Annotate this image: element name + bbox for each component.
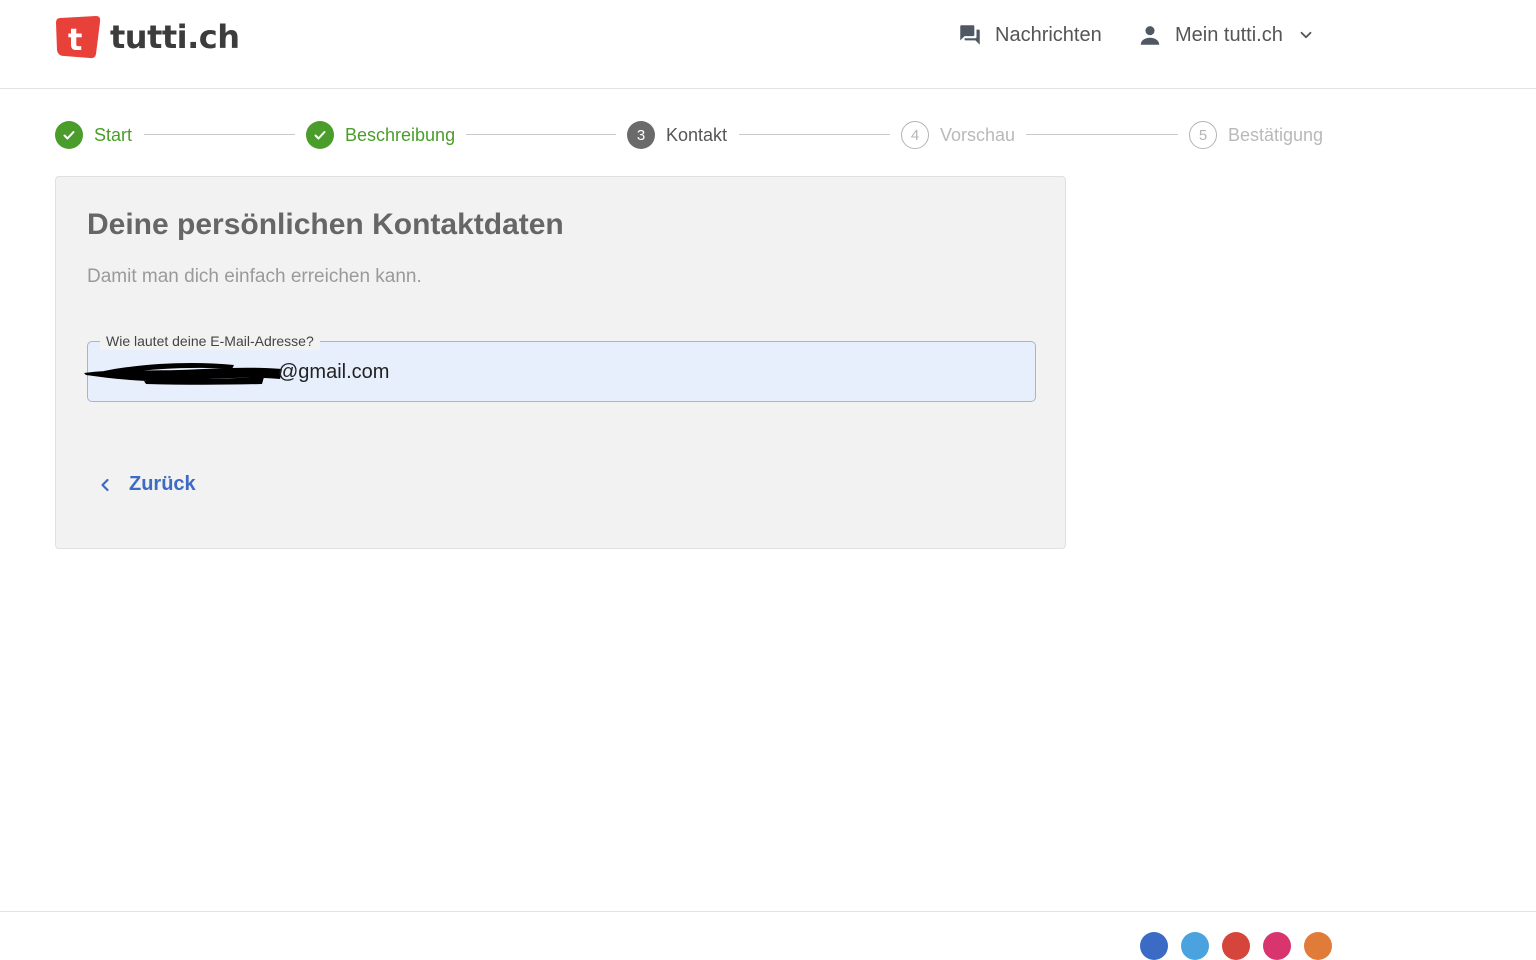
contact-form-card: Deine persönlichen Kontaktdaten Damit ma… <box>55 176 1066 549</box>
check-icon <box>55 121 83 149</box>
step-connector <box>466 134 616 135</box>
user-icon <box>1140 26 1160 45</box>
facebook-icon[interactable] <box>1140 932 1168 960</box>
site-header: t tutti.ch Nachrichten Mein tutti.ch <box>0 0 1536 89</box>
account-menu[interactable]: Mein tutti.ch <box>1137 22 1315 48</box>
step-kontakt: 3 Kontakt <box>627 118 727 152</box>
step-number: 5 <box>1189 121 1217 149</box>
email-field[interactable]: Wie lautet deine E-Mail-Adresse? <box>84 332 1036 402</box>
youtube-icon[interactable] <box>1222 932 1250 960</box>
step-start[interactable]: Start <box>55 118 132 152</box>
step-connector <box>739 134 890 135</box>
chevron-left-icon <box>101 478 109 491</box>
email-field-label: Wie lautet deine E-Mail-Adresse? <box>100 332 320 350</box>
step-number: 3 <box>627 121 655 149</box>
page-title: Deine persönlichen Kontaktdaten <box>87 208 564 241</box>
tutti-logo-icon: t <box>56 16 101 59</box>
step-connector <box>144 134 295 135</box>
step-number: 4 <box>901 121 929 149</box>
chevron-down-icon <box>1300 31 1312 39</box>
instagram-icon[interactable] <box>1263 932 1291 960</box>
check-icon <box>306 121 334 149</box>
account-label: Mein tutti.ch <box>1175 23 1283 46</box>
messages-label: Nachrichten <box>995 23 1102 46</box>
footer-divider <box>0 911 1536 912</box>
email-input[interactable] <box>88 356 1035 388</box>
step-vorschau: 4 Vorschau <box>901 118 1015 152</box>
tutti-logo[interactable]: t tutti.ch <box>54 14 240 60</box>
step-connector <box>1026 134 1178 135</box>
messages-link[interactable]: Nachrichten <box>957 22 1102 48</box>
step-label: Vorschau <box>940 124 1016 145</box>
twitter-icon[interactable] <box>1181 932 1209 960</box>
progress-stepper: Start Beschreibung 3 Kontakt 4 Vorschau … <box>0 118 1536 152</box>
page-subtitle: Damit man dich einfach erreichen kann. <box>87 266 422 287</box>
step-beschreibung[interactable]: Beschreibung <box>306 118 455 152</box>
rss-icon[interactable] <box>1304 932 1332 960</box>
step-label: Kontakt <box>666 124 728 145</box>
chat-bubbles-icon <box>960 25 980 45</box>
back-button[interactable]: Zurück <box>95 473 196 496</box>
step-label: Start <box>94 124 133 145</box>
step-bestaetigung: 5 Bestätigung <box>1189 118 1323 152</box>
logo-text: tutti.ch <box>110 18 240 56</box>
back-label: Zurück <box>129 473 196 495</box>
step-label: Bestätigung <box>1228 124 1324 145</box>
svg-text:t: t <box>68 23 82 58</box>
step-label: Beschreibung <box>345 124 456 145</box>
